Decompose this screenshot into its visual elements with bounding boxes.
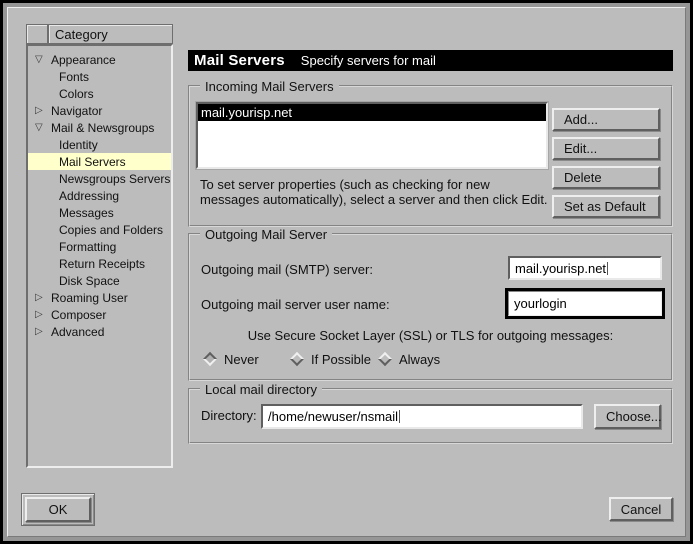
- collapsed-triangle-icon[interactable]: ▷: [35, 309, 51, 320]
- tree-item-label: Appearance: [51, 53, 116, 67]
- delete-button[interactable]: Delete: [552, 166, 660, 189]
- tree-item-label: Fonts: [59, 70, 89, 84]
- outgoing-mail-server-group: Outgoing Mail Server Outgoing mail (SMTP…: [188, 233, 673, 381]
- tree-item-label: Messages: [59, 206, 114, 220]
- radio-unselected-icon[interactable]: [290, 352, 304, 366]
- tree-item-composer[interactable]: ▷ Composer: [28, 306, 171, 323]
- group-legend: Incoming Mail Servers: [200, 79, 339, 94]
- radio-unselected-icon[interactable]: [378, 352, 392, 366]
- tree-item-label: Copies and Folders: [59, 223, 163, 237]
- directory-input[interactable]: /home/newuser/nsmail: [261, 404, 583, 429]
- tree-item-copies-and-folders[interactable]: Copies and Folders: [28, 221, 171, 238]
- text-cursor: [607, 262, 608, 275]
- tree-header-label: Category: [48, 24, 173, 44]
- tree-item-label: Colors: [59, 87, 94, 101]
- tree-item-label: Roaming User: [51, 291, 128, 305]
- radio-label: If Possible: [311, 352, 371, 367]
- tree-item-formatting[interactable]: Formatting: [28, 238, 171, 255]
- tree-item-addressing[interactable]: Addressing: [28, 187, 171, 204]
- tree-item-mail-newsgroups[interactable]: ▽ Mail & Newsgroups: [28, 119, 171, 136]
- local-mail-directory-group: Local mail directory Directory: /home/ne…: [188, 388, 673, 444]
- ssl-caption: Use Secure Socket Layer (SSL) or TLS for…: [190, 328, 671, 343]
- directory-value: /home/newuser/nsmail: [268, 409, 398, 424]
- edit-button[interactable]: Edit...: [552, 137, 660, 160]
- tree-item-label: Newsgroups Servers: [59, 172, 170, 186]
- text-cursor: [399, 410, 400, 423]
- page-title: Mail Servers: [194, 52, 285, 69]
- incoming-servers-list[interactable]: mail.yourisp.net: [196, 102, 548, 169]
- preferences-dialog: Category ▽ Appearance Fonts Colors ▷ Nav…: [0, 0, 693, 544]
- group-legend: Local mail directory: [200, 382, 322, 397]
- add-button[interactable]: Add...: [552, 108, 660, 131]
- radio-selected-icon[interactable]: [203, 352, 217, 366]
- tree-item-label: Mail & Newsgroups: [51, 121, 154, 135]
- smtp-username-value: yourlogin: [514, 296, 567, 311]
- collapsed-triangle-icon[interactable]: ▷: [35, 105, 51, 116]
- tree-item-return-receipts[interactable]: Return Receipts: [28, 255, 171, 272]
- smtp-username-focus-ring: yourlogin: [505, 288, 665, 319]
- cancel-button[interactable]: Cancel: [609, 497, 673, 521]
- tree-item-label: Composer: [51, 308, 106, 322]
- tree-item-label: Return Receipts: [59, 257, 145, 271]
- group-legend: Outgoing Mail Server: [200, 227, 332, 242]
- smtp-server-input[interactable]: mail.yourisp.net: [508, 256, 662, 280]
- default-button-frame: OK: [21, 493, 95, 526]
- expanded-triangle-icon[interactable]: ▽: [35, 54, 51, 65]
- incoming-mail-servers-group: Incoming Mail Servers mail.yourisp.net T…: [188, 85, 673, 227]
- tree-item-mail-servers[interactable]: Mail Servers: [28, 153, 171, 170]
- choose-button[interactable]: Choose...: [594, 404, 661, 429]
- collapsed-triangle-icon[interactable]: ▷: [35, 292, 51, 303]
- tree-item-roaming-user[interactable]: ▷ Roaming User: [28, 289, 171, 306]
- tree-item-label: Identity: [59, 138, 98, 152]
- tree-item-appearance[interactable]: ▽ Appearance: [28, 51, 171, 68]
- smtp-username-input[interactable]: yourlogin: [508, 291, 662, 316]
- page-title-bar: Mail Servers Specify servers for mail: [188, 50, 673, 71]
- page-subtitle: Specify servers for mail: [301, 53, 436, 68]
- tree-header: Category: [26, 24, 173, 44]
- smtp-username-label: Outgoing mail server user name:: [201, 297, 390, 312]
- tree-item-newsgroups-servers[interactable]: Newsgroups Servers: [28, 170, 171, 187]
- smtp-server-value: mail.yourisp.net: [515, 261, 606, 276]
- tree-item-disk-space[interactable]: Disk Space: [28, 272, 171, 289]
- tree-item-label: Formatting: [59, 240, 116, 254]
- tree-item-identity[interactable]: Identity: [28, 136, 171, 153]
- ok-button[interactable]: OK: [25, 497, 91, 522]
- tree-item-label: Addressing: [59, 189, 119, 203]
- tree-item-fonts[interactable]: Fonts: [28, 68, 171, 85]
- category-tree: ▽ Appearance Fonts Colors ▷ Navigator ▽ …: [26, 44, 173, 468]
- radio-label: Never: [224, 352, 259, 367]
- tree-item-advanced[interactable]: ▷ Advanced: [28, 323, 171, 340]
- radio-label: Always: [399, 352, 440, 367]
- directory-label: Directory:: [201, 408, 257, 423]
- tree-header-spacer: [26, 24, 48, 44]
- tree-item-label: Navigator: [51, 104, 102, 118]
- smtp-server-label: Outgoing mail (SMTP) server:: [201, 262, 373, 277]
- tree-item-navigator[interactable]: ▷ Navigator: [28, 102, 171, 119]
- radio-if-possible[interactable]: If Possible: [290, 350, 371, 368]
- tree-item-label: Advanced: [51, 325, 104, 339]
- tree-item-messages[interactable]: Messages: [28, 204, 171, 221]
- radio-never[interactable]: Never: [203, 350, 259, 368]
- tree-item-label: Disk Space: [59, 274, 120, 288]
- expanded-triangle-icon[interactable]: ▽: [35, 122, 51, 133]
- set-as-default-button[interactable]: Set as Default: [552, 195, 660, 218]
- tree-item-label: Mail Servers: [59, 155, 126, 169]
- incoming-help-text: To set server properties (such as checki…: [200, 177, 550, 207]
- list-item-server[interactable]: mail.yourisp.net: [198, 104, 546, 121]
- radio-always[interactable]: Always: [378, 350, 440, 368]
- collapsed-triangle-icon[interactable]: ▷: [35, 326, 51, 337]
- tree-item-colors[interactable]: Colors: [28, 85, 171, 102]
